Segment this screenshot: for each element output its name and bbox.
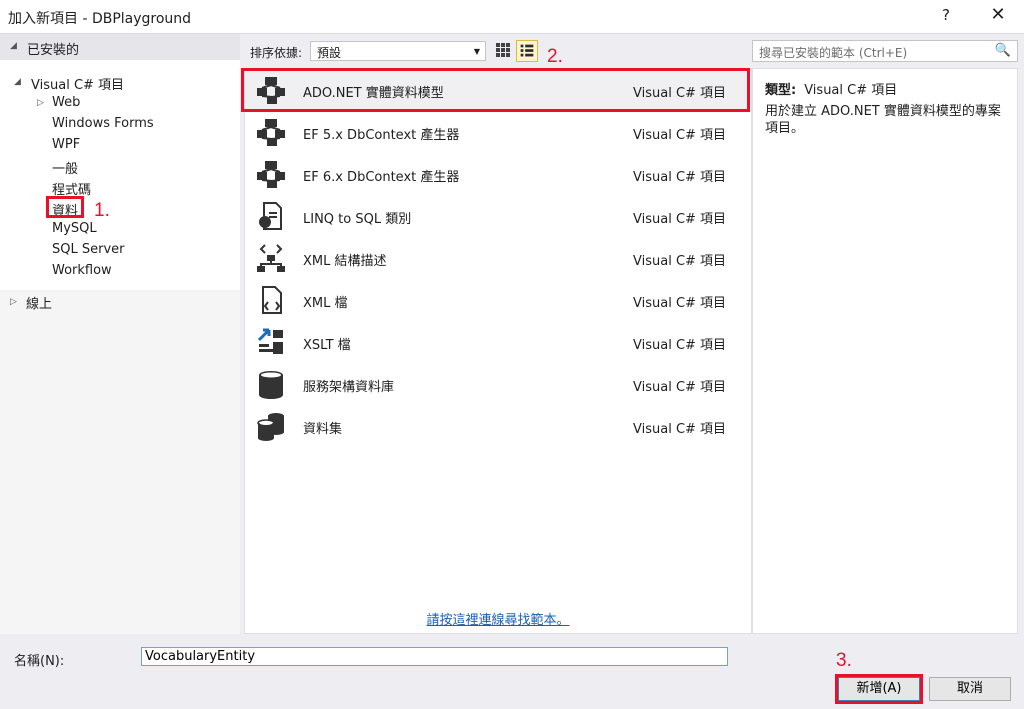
xslt-icon [257, 328, 283, 354]
dataset-icon [257, 413, 284, 441]
search-icon[interactable]: 🔍 [995, 43, 1011, 58]
title-bar: 加入新項目 - DBPlayground ? ✕ [0, 0, 1024, 34]
entity-model-icon [257, 161, 285, 188]
linq-sql-icon [259, 202, 282, 230]
template-name: ADO.NET 實體資料模型 [303, 86, 444, 101]
template-type: Visual C# 項目 [633, 128, 727, 143]
tree-item-wpf[interactable]: WPF [52, 137, 80, 152]
annotation-step-3: 3. [836, 650, 852, 671]
template-item[interactable]: LINQ to SQL 類別 Visual C# 項目 [245, 195, 751, 237]
template-name: EF 5.x DbContext 產生器 [303, 128, 460, 143]
close-button[interactable]: ✕ [986, 4, 1010, 25]
type-label: 類型: [765, 83, 797, 98]
template-name: XML 結構描述 [303, 254, 387, 269]
template-type: Visual C# 項目 [633, 422, 727, 437]
template-item[interactable]: EF 5.x DbContext 產生器 Visual C# 項目 [245, 111, 751, 153]
help-button[interactable]: ? [936, 6, 956, 24]
template-type: Visual C# 項目 [633, 212, 727, 227]
search-input[interactable]: 搜尋已安裝的範本 (Ctrl+E) 🔍 [752, 40, 1018, 62]
small-icons-view-icon[interactable] [494, 41, 512, 59]
template-toolbar: 排序依據: 預設 ▼ [244, 34, 752, 68]
template-item[interactable]: XML 檔 Visual C# 項目 [245, 279, 751, 321]
search-placeholder: 搜尋已安裝的範本 (Ctrl+E) [759, 46, 908, 60]
online-templates-link[interactable]: 請按這裡連線尋找範本。 [245, 609, 751, 628]
template-name: LINQ to SQL 類別 [303, 212, 412, 227]
template-item[interactable]: 資料集 Visual C# 項目 [245, 405, 751, 447]
expand-arrow-icon[interactable]: ◢ [14, 77, 21, 87]
tree-item-general[interactable]: 一般 [52, 158, 78, 177]
installed-header[interactable]: ◢ 已安裝的 [0, 34, 240, 60]
sort-label: 排序依據: [250, 46, 303, 60]
template-item[interactable]: XML 結構描述 Visual C# 項目 [245, 237, 751, 279]
dropdown-arrow-icon: ▼ [473, 47, 480, 56]
annotation-step-2: 2. [547, 46, 563, 67]
name-label: 名稱(N): [14, 654, 65, 669]
list-view-icon[interactable] [516, 40, 538, 62]
collapse-arrow-icon[interactable]: ◢ [10, 41, 17, 51]
tree-item-visual-csharp[interactable]: Visual C# 項目 [31, 74, 124, 93]
template-type: Visual C# 項目 [633, 338, 727, 353]
template-description: 用於建立 ADO.NET 實體資料模型的專案項目。 [765, 104, 1001, 136]
template-type: Visual C# 項目 [633, 296, 727, 311]
sort-value: 預設 [317, 46, 342, 60]
database-icon [259, 371, 283, 399]
template-name: 資料集 [303, 422, 343, 437]
category-tree-panel: ◢ 已安裝的 ◢ Visual C# 項目 ▷ Web Windows Form… [0, 34, 240, 634]
add-button[interactable]: 新增(A) [838, 677, 920, 701]
xml-schema-icon [257, 244, 285, 272]
template-item[interactable]: ADO.NET 實體資料模型 Visual C# 項目 [245, 69, 751, 111]
template-item[interactable]: EF 6.x DbContext 產生器 Visual C# 項目 [245, 153, 751, 195]
template-type: Visual C# 項目 [633, 86, 727, 101]
tree-item-web[interactable]: Web [52, 95, 80, 110]
installed-label: 已安裝的 [27, 43, 80, 58]
template-type: Visual C# 項目 [633, 380, 727, 395]
template-name: EF 6.x DbContext 產生器 [303, 170, 460, 185]
tree-item-workflow[interactable]: Workflow [52, 263, 112, 278]
tree-item-windows-forms[interactable]: Windows Forms [52, 116, 154, 131]
window-title: 加入新項目 - DBPlayground [8, 11, 192, 27]
tree-item-data[interactable]: 資料 [52, 200, 78, 219]
template-item[interactable]: XSLT 檔 Visual C# 項目 [245, 321, 751, 363]
name-input[interactable] [141, 647, 728, 666]
collapsed-arrow-icon[interactable]: ▷ [37, 98, 44, 108]
template-type-info: 類型: Visual C# 項目 [765, 79, 897, 98]
xml-file-icon [262, 286, 282, 314]
entity-model-icon [257, 119, 285, 146]
collapsed-arrow-icon[interactable]: ▷ [10, 297, 17, 307]
template-list: ADO.NET 實體資料模型 Visual C# 項目 EF 5.x DbCon… [244, 68, 752, 634]
tree-item-sql-server[interactable]: SQL Server [52, 242, 125, 257]
sort-dropdown[interactable]: 預設 ▼ [310, 41, 486, 61]
template-name: XML 檔 [303, 296, 348, 311]
type-value: Visual C# 項目 [804, 83, 898, 98]
template-name: 服務架構資料庫 [303, 380, 395, 395]
template-type: Visual C# 項目 [633, 170, 727, 185]
annotation-step-1: 1. [94, 200, 110, 221]
cancel-button[interactable]: 取消 [929, 677, 1011, 701]
installed-tree: ◢ Visual C# 項目 ▷ Web Windows Forms WPF 一… [0, 60, 240, 290]
template-item[interactable]: 服務架構資料庫 Visual C# 項目 [245, 363, 751, 405]
tree-item-code[interactable]: 程式碼 [52, 179, 91, 198]
template-type: Visual C# 項目 [633, 254, 727, 269]
tree-item-mysql[interactable]: MySQL [52, 221, 97, 236]
tree-item-online[interactable]: 線上 [26, 293, 52, 312]
entity-model-icon [257, 77, 285, 104]
template-name: XSLT 檔 [303, 338, 351, 353]
template-details-panel: 類型: Visual C# 項目 用於建立 ADO.NET 實體資料模型的專案項目… [752, 68, 1018, 634]
